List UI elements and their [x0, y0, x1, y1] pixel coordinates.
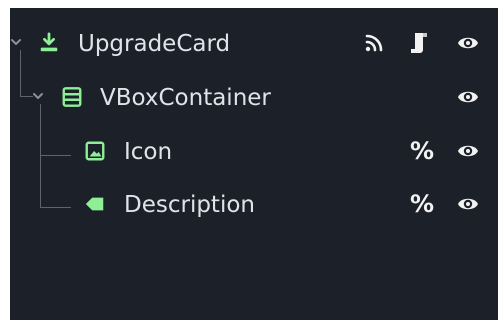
scene-tree-panel: UpgradeCard VBoxContainer Icon % Descrip… [10, 8, 498, 320]
node-label: UpgradeCard [78, 31, 231, 57]
signal-icon[interactable] [362, 31, 386, 55]
control-node-icon [40, 32, 58, 52]
vbox-container-icon [62, 87, 82, 107]
tree-item-icon[interactable]: Icon % [10, 128, 488, 178]
tree-item-description[interactable]: Description % [10, 181, 488, 231]
tree-item-vboxcontainer[interactable]: VBoxContainer [10, 74, 488, 124]
node-label: Icon [124, 139, 173, 165]
visibility-icon[interactable] [456, 85, 480, 109]
unique-name-icon[interactable]: % [409, 137, 435, 165]
script-icon[interactable] [407, 31, 431, 55]
visibility-icon[interactable] [456, 139, 480, 163]
node-label: VBoxContainer [100, 85, 271, 111]
tree-item-upgradecard[interactable]: UpgradeCard [10, 20, 488, 70]
visibility-icon[interactable] [456, 31, 480, 55]
texture-rect-icon [85, 141, 105, 161]
node-label: Description [124, 192, 255, 218]
unique-name-icon[interactable]: % [409, 190, 435, 218]
visibility-icon[interactable] [456, 192, 480, 216]
chevron-down-icon[interactable] [9, 35, 23, 49]
chevron-down-icon[interactable] [31, 89, 45, 103]
label-node-icon [85, 197, 104, 211]
